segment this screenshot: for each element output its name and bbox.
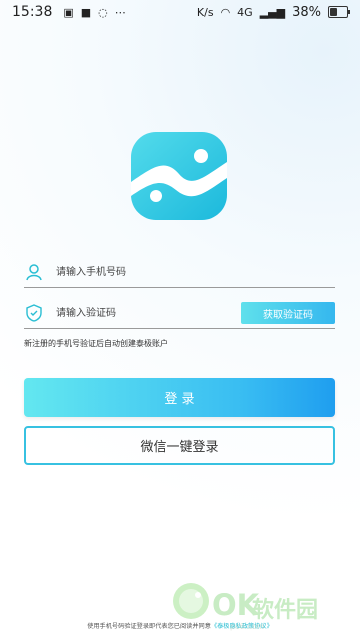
watermark-logo-icon	[173, 583, 209, 619]
status-left: 15:38 ▣ ■ ◌ ⋯	[12, 4, 126, 20]
more-icon: ⋯	[114, 5, 126, 19]
voicemail-icon: ◌	[98, 5, 108, 19]
verification-code-field: 获取验证码	[24, 298, 335, 329]
login-button[interactable]: 登 录	[24, 378, 335, 417]
verification-code-input[interactable]	[54, 306, 228, 320]
wifi-icon: ◠	[220, 5, 231, 19]
wechat-login-button[interactable]: 微信一键登录	[24, 426, 335, 465]
status-time: 15:38	[12, 4, 53, 20]
shield-check-icon	[24, 303, 44, 323]
privacy-agreement-prefix: 使用手机号码验证登录即代表您已阅读并同意	[87, 623, 211, 630]
privacy-agreement-text: 使用手机号码验证登录即代表您已阅读并同意《泰极隐私政策协议》	[0, 621, 360, 630]
status-bar: 15:38 ▣ ■ ◌ ⋯ K/s ◠ 4G ▂▄▆ 38%	[0, 0, 360, 24]
status-right: K/s ◠ 4G ▂▄▆ 38%	[196, 4, 350, 20]
privacy-policy-link[interactable]: 《泰极隐私政策协议》	[211, 623, 273, 630]
network-label: 4G	[237, 5, 253, 19]
phone-field	[24, 257, 335, 288]
watermark-cn-text: 软件园	[252, 598, 319, 623]
taiji-logo	[131, 132, 227, 220]
user-icon	[24, 262, 44, 282]
watermark-ok-text: OK	[212, 588, 260, 622]
phone-input[interactable]	[54, 265, 278, 279]
get-code-button[interactable]: 获取验证码	[241, 302, 335, 324]
network-speed: K/s	[196, 5, 214, 19]
battery-icon	[328, 6, 350, 18]
image-icon: ▣	[63, 5, 74, 19]
video-call-icon: ■	[80, 5, 92, 19]
battery-percent: 38%	[292, 4, 321, 20]
registration-hint: 新注册的手机号验证后自动创建泰极账户	[24, 339, 168, 348]
signal-icon: ▂▄▆	[259, 5, 286, 19]
